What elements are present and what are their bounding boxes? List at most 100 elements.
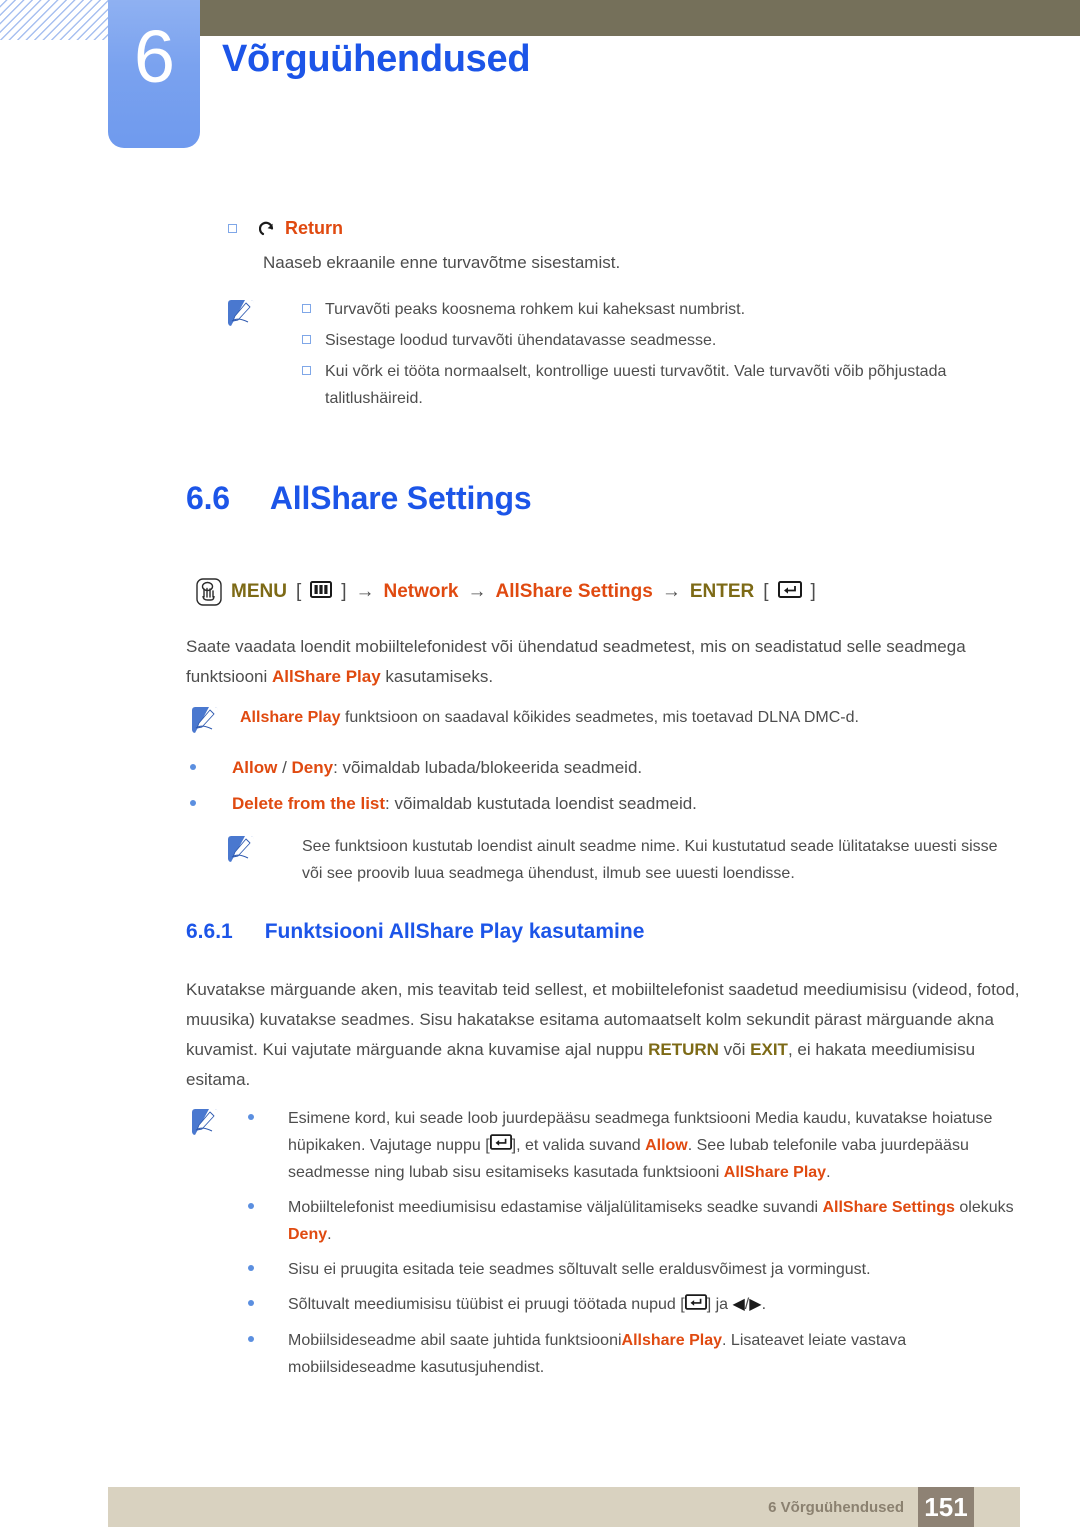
subsection-heading: 6.6.1 Funktsiooni AllShare Play kasutami… [186,920,644,944]
page-header: 6 Võrguühendused [0,0,1080,160]
bracket-open: [ [295,581,302,602]
bullet-text: Mobiilsideseadme abil saate juhtida funk… [288,1327,988,1381]
round-bullet-icon [248,1335,254,1342]
option-term-a: Delete from the list [232,794,386,813]
chapter-tab: 6 [108,0,200,148]
bullet-text: Sõltuvalt meediumisisu tüübist ei pruugi… [288,1291,766,1318]
note-pencil-icon [228,300,254,326]
list-item: Mobiiltelefonist meediumisisu edastamise… [248,1194,1018,1248]
return-description: Naaseb ekraanile enne turvavõtme sisesta… [263,253,621,272]
right-arrow-icon: ▶ [749,1296,762,1314]
note-pencil-icon [192,1109,218,1135]
note-box-one: Turvavõti peaks koosnema rohkem kui kahe… [228,296,1018,412]
b1-text-b: ], et valida suvand [511,1137,646,1154]
enter-key-icon [777,580,802,604]
menu-step-allshare-settings: AllShare Settings [495,581,653,602]
option-description: : võimaldab kustutada loendist seadmeid. [385,794,697,813]
left-arrow-icon: ◀ [732,1296,745,1314]
footer-inner: 6 Võrguühendused 151 [768,1487,1020,1527]
b5-hl-a: Allshare Play [621,1331,723,1349]
main-paragraph: Kuvatakse märguande aken, mis teavitab t… [186,975,1024,1095]
note-box-three: See funktsioon kustutab loendist ainult … [228,833,1018,887]
hand-press-icon [196,578,222,606]
section-title: AllShare Settings [269,480,532,516]
path-arrow-icon: → [467,581,487,602]
b2-text-b: olekuks [954,1199,1014,1217]
return-heading-row: Return [228,218,1008,238]
note-item-text: Turvavõti peaks koosnema rohkem kui kahe… [325,301,746,318]
subsection-number: 6.6.1 [186,920,233,943]
note-two-body: funktsioon on saadaval kõikides seadmete… [340,709,859,726]
menu-navigation-path: MENU [ ] → Network → AllShare Settings →… [196,578,816,606]
square-bullet-icon [302,335,311,344]
note-four-bullets: Esimene kord, kui seade loob juurdepääsu… [248,1105,1018,1381]
page-footer: 6 Võrguühendused 151 [108,1487,1020,1527]
bullet-text: Sisu ei pruugita esitada teie seadmes sõ… [288,1261,871,1279]
footer-chapter-label: 6 Võrguühendused [768,1498,904,1516]
bracket-open: [ [763,581,769,602]
main-highlight-exit: EXIT [750,1040,788,1059]
bullet-text: Mobiiltelefonist meediumisisu edastamise… [288,1194,1018,1248]
square-bullet-icon [302,304,311,313]
option-bullet-list: Allow / Deny: võimaldab lubada/blokeerid… [190,755,1010,817]
menu-label: MENU [231,581,287,602]
list-item: Allow / Deny: võimaldab lubada/blokeerid… [190,755,1010,781]
note-three-text: See funktsioon kustutab loendist ainult … [302,838,998,882]
note-item-text: Kui võrk ei tööta normaalselt, kontrolli… [325,363,947,407]
header-olive-bar [200,0,1080,36]
square-bullet-icon [228,224,237,233]
b1-hl-b: AllShare Play [723,1164,827,1182]
b2-hl-b: Deny [288,1226,328,1244]
menu-step-network: Network [383,581,459,602]
subsection-title: Funktsiooni AllShare Play kasutamine [264,920,645,943]
return-arrow-icon [258,220,277,238]
note-item: Kui võrk ei tööta normaalselt, kontrolli… [302,358,1018,412]
option-term-a: Allow [232,758,278,777]
b2-text-a: Mobiiltelefonist meediumisisu edastamise… [288,1199,823,1217]
path-arrow-icon: → [661,581,681,602]
list-item: Sõltuvalt meediumisisu tüübist ei pruugi… [248,1291,1018,1318]
option-text: Allow / Deny: võimaldab lubada/blokeerid… [232,755,642,781]
main-highlight-return: RETURN [648,1040,719,1059]
b1-hl-a: Allow [645,1137,688,1154]
b4-text-a: Sõltuvalt meediumisisu tüübist ei pruugi… [288,1296,685,1314]
note-two-highlight: Allshare Play [240,709,341,726]
section-number: 6.6 [186,480,230,516]
option-description: : võimaldab lubada/blokeerida seadmeid. [333,758,643,777]
option-text: Delete from the list: võimaldab kustutad… [232,791,697,817]
menu-key-icon [310,580,333,604]
list-item: Esimene kord, kui seade loob juurdepääsu… [248,1105,1018,1186]
return-label-text: Return [285,218,343,238]
note-item: Turvavõti peaks koosnema rohkem kui kahe… [302,296,1018,323]
b1-text-d: . [826,1164,831,1182]
main-part2: või [718,1040,751,1059]
list-item: Sisu ei pruugita esitada teie seadmes sõ… [248,1256,1018,1283]
section-heading: 6.6 AllShare Settings [186,480,532,517]
note-item-text: Sisestage loodud turvavõti ühendatavasse… [325,332,717,349]
round-bullet-icon [248,1300,254,1307]
round-bullet-icon [248,1203,254,1210]
note-two-text: Allshare Play funktsioon on saadaval kõi… [240,705,859,731]
bracket-close: ] [341,581,347,602]
return-label-group: Return [258,218,343,238]
chapter-title: Võrguühendused [222,38,531,80]
intro-paragraph: Saate vaadata loendit mobiiltelefonidest… [186,632,1018,692]
b4-text-c: . [761,1296,767,1314]
b2-text-c: . [327,1226,332,1244]
enter-key-icon [489,1132,512,1159]
intro-part2: kasutamiseks. [380,667,494,686]
footer-right-pad [974,1487,1020,1527]
note-box-four: Esimene kord, kui seade loob juurdepääsu… [192,1105,1018,1381]
enter-label: ENTER [689,581,755,602]
note-pencil-icon [228,836,254,862]
bracket-close: ] [810,581,816,602]
hatch-decoration [0,0,112,40]
note-box-two: Allshare Play funktsioon on saadaval kõi… [192,705,1012,733]
note-pencil-icon [192,707,218,733]
note-one-items: Turvavõti peaks koosnema rohkem kui kahe… [302,296,1018,412]
list-item: Mobiilsideseadme abil saate juhtida funk… [248,1327,1018,1381]
round-bullet-icon [248,1114,254,1120]
b4-text-b: ] ja [706,1296,733,1314]
path-arrow-icon: → [355,581,375,602]
bullet-text: Esimene kord, kui seade loob juurdepääsu… [288,1105,1008,1186]
